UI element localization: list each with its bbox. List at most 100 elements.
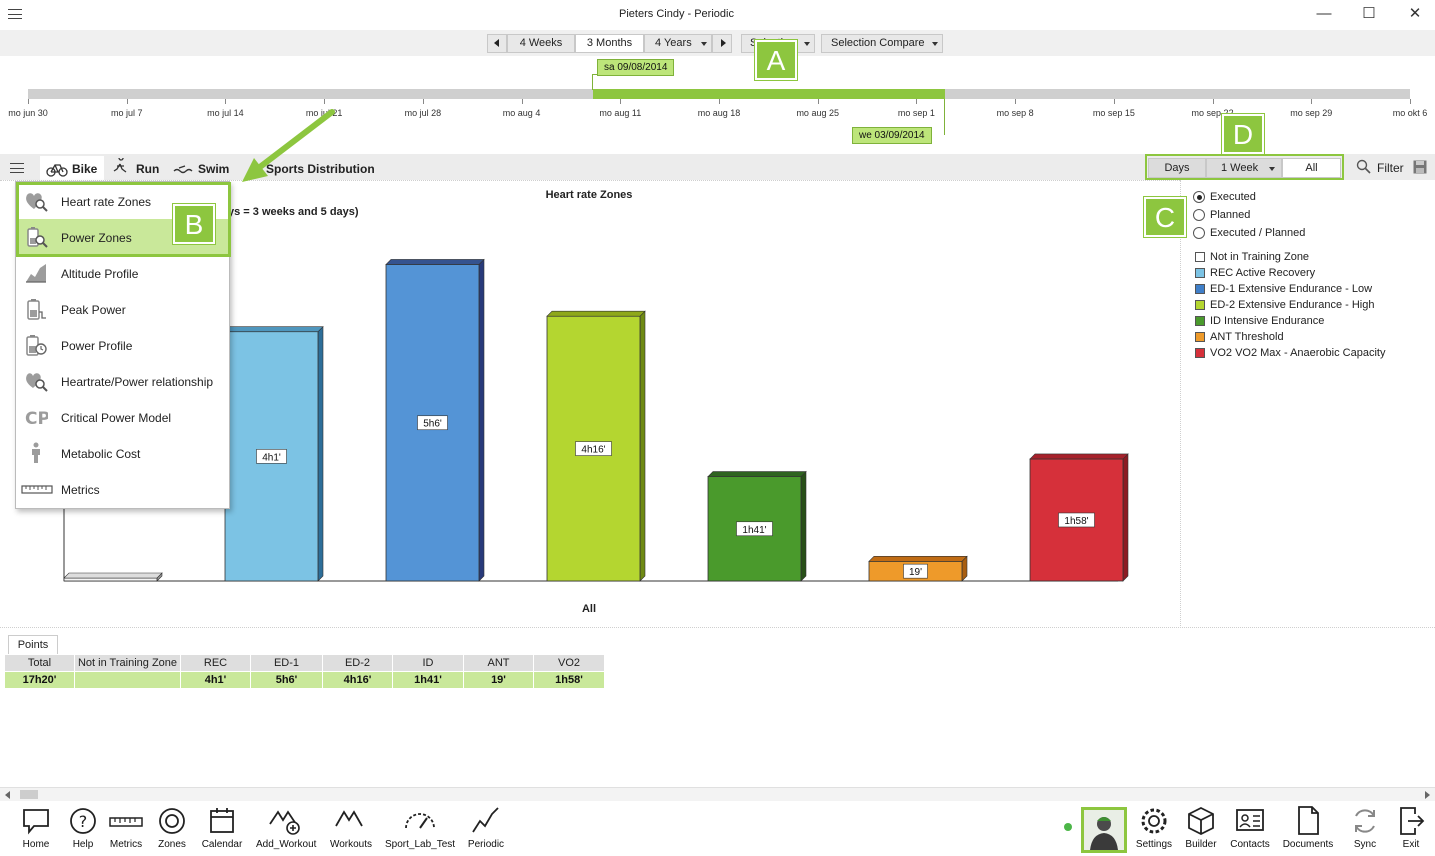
scroll-right-icon[interactable]: [1423, 791, 1431, 799]
heart-magnifier-icon: [26, 193, 48, 212]
battery-magnifier-icon: [27, 227, 48, 248]
nav-label: Exit: [1402, 839, 1420, 850]
nav-workouts[interactable]: Workouts: [321, 804, 381, 854]
ruler-icon: [109, 817, 143, 827]
group-week-dropdown[interactable]: 1 Week: [1206, 158, 1282, 178]
chart-menu-icon[interactable]: [10, 163, 24, 173]
radio-planned-label: Planned: [1210, 209, 1251, 221]
minimize-icon[interactable]: —: [1313, 4, 1335, 24]
timeline-selection[interactable]: [593, 89, 945, 99]
menu-item-peak-power[interactable]: Peak Power: [16, 291, 229, 327]
start-marker-line: [592, 74, 593, 90]
radio-executed-circle: [1193, 191, 1205, 203]
save-icon[interactable]: [1413, 160, 1427, 174]
menu-item-heartrate-power[interactable]: Heartrate/Power relationship: [16, 363, 229, 399]
table-row: 17h20' 4h1' 5h6' 4h16' 1h41' 19' 1h58': [4, 671, 605, 689]
legend-label: ANT Threshold: [1210, 331, 1284, 343]
menu-item-power-profile[interactable]: Power Profile: [16, 327, 229, 363]
range-prev-button[interactable]: [487, 34, 507, 53]
menu-item-metrics[interactable]: Metrics: [16, 471, 229, 507]
gauge-icon: [405, 813, 435, 829]
group-days-button[interactable]: Days: [1148, 158, 1206, 178]
scroll-left-icon[interactable]: [4, 791, 12, 799]
timeline-tick-label: mo sep 15: [1092, 108, 1135, 118]
title-bar: Pieters Cindy - Periodic — ☐ ✕: [0, 0, 1435, 30]
tab-run[interactable]: Run: [136, 162, 159, 176]
tab-bike[interactable]: Bike: [40, 156, 104, 180]
gear-icon: [1141, 808, 1167, 834]
table-header: ANT: [463, 654, 534, 672]
contact-card-icon: [1236, 809, 1264, 831]
bar-top: [385, 259, 485, 265]
end-date-label[interactable]: we 03/09/2014: [852, 127, 932, 144]
avatar[interactable]: [1081, 807, 1127, 853]
legend-label: ED-1 Extensive Endurance - Low: [1210, 283, 1373, 295]
nav-exit[interactable]: Exit: [1381, 804, 1435, 854]
start-date-label[interactable]: sa 09/08/2014: [597, 59, 675, 76]
bar-top: [224, 326, 324, 333]
legend-swatch: [1195, 300, 1205, 310]
range-4-weeks[interactable]: 4 Weeks: [507, 34, 575, 53]
timeline-tick: [1015, 99, 1017, 104]
bar-side: [317, 325, 324, 582]
maximize-icon[interactable]: ☐: [1358, 4, 1380, 24]
nav-add-workout[interactable]: Add_Workout: [256, 804, 316, 854]
menu-item-label: Altitude Profile: [61, 267, 139, 281]
timeline-tick-label: mo sep 29: [1290, 108, 1333, 118]
bar-value-label: 5h6': [423, 419, 442, 430]
menu-item-label: Peak Power: [61, 303, 126, 317]
points-tab[interactable]: Points: [8, 635, 58, 654]
group-all-button[interactable]: All: [1282, 158, 1341, 178]
legend-label: Not in Training Zone: [1210, 251, 1310, 263]
menu-item-metabolic-cost[interactable]: Metabolic Cost: [16, 435, 229, 471]
range-4-years[interactable]: 4 Years: [644, 34, 712, 53]
exit-icon: [1400, 807, 1425, 835]
range-4-years-label: 4 Years: [655, 37, 692, 49]
chevron-right-icon: [721, 39, 726, 47]
legend-swatch: [1195, 252, 1205, 262]
timeline-tick-label: mo okt 6: [1392, 108, 1428, 118]
range-next-button[interactable]: [712, 34, 732, 53]
document-icon: [1298, 806, 1319, 835]
callout-d: D: [1222, 114, 1264, 154]
menu-item-altitude-profile[interactable]: Altitude Profile: [16, 255, 229, 291]
nav-periodic[interactable]: Periodic: [456, 804, 516, 854]
nav-calendar[interactable]: Calendar: [192, 804, 252, 854]
nav-documents[interactable]: Documents: [1278, 804, 1338, 854]
timeline-tick: [1410, 99, 1411, 104]
close-icon[interactable]: ✕: [1404, 4, 1426, 24]
radio-executed-planned-label: Executed / Planned: [1210, 227, 1306, 239]
ruler-icon: [21, 485, 53, 494]
nav-sport-lab-test[interactable]: Sport_Lab_Test: [385, 804, 455, 854]
table-cell: 5h6': [250, 671, 323, 689]
menu-item-critical-power-model[interactable]: CP Critical Power Model: [16, 399, 229, 435]
bar-top: [63, 572, 163, 579]
range-3-months[interactable]: 3 Months: [575, 34, 644, 53]
table-cell: 1h41': [392, 671, 464, 689]
selection-compare-dropdown[interactable]: Selection Compare: [821, 34, 943, 53]
filter-label[interactable]: Filter: [1377, 161, 1404, 175]
bar[interactable]: [63, 577, 158, 582]
legend-swatch: [1195, 332, 1205, 342]
timeline-tick: [719, 99, 720, 104]
horizontal-scrollbar[interactable]: [0, 787, 1435, 801]
bar-value-label: 1h58': [1064, 516, 1088, 527]
legend-swatch: [1195, 348, 1205, 358]
nav-contacts[interactable]: Contacts: [1220, 804, 1280, 854]
home-icon: [23, 809, 49, 835]
timeline-tick: [620, 99, 622, 104]
scroll-thumb[interactable]: [20, 790, 38, 799]
table-header: VO2: [533, 654, 605, 672]
table-cell: 4h16': [322, 671, 393, 689]
sync-icon: [1355, 809, 1375, 833]
table-header-row: Total Not in Training Zone REC ED-1 ED-2…: [4, 654, 605, 672]
timeline-tick: [422, 99, 424, 104]
search-icon[interactable]: [1356, 159, 1372, 175]
legend-label: ED-2 Extensive Endurance - High: [1210, 299, 1375, 311]
bar-side: [639, 310, 646, 582]
chevron-left-icon: [494, 39, 499, 47]
tab-swim[interactable]: Swim: [198, 162, 229, 176]
person-icon: [32, 442, 40, 463]
table-header: Not in Training Zone: [74, 654, 181, 672]
battery-clock-icon: [26, 335, 47, 356]
